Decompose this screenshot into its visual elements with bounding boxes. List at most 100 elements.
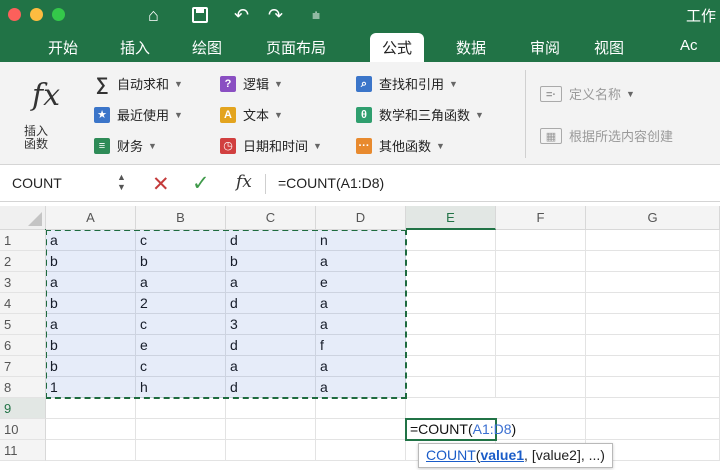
active-cell-e9[interactable]: =COUNT(A1:D8) xyxy=(405,418,516,441)
cell-a1[interactable]: a xyxy=(46,230,136,251)
formula-input[interactable]: =COUNT(A1:D8) xyxy=(278,175,384,191)
function-tooltip[interactable]: COUNT(value1, [value2], ...) xyxy=(418,443,613,468)
tab-formulas[interactable]: 公式 xyxy=(370,33,425,62)
cell-a7[interactable]: b xyxy=(46,356,136,377)
cell-d10[interactable] xyxy=(316,419,406,440)
column-header-e[interactable]: E xyxy=(406,206,496,230)
column-header-g[interactable]: G xyxy=(586,206,720,230)
cell-f5[interactable] xyxy=(496,314,586,335)
more-functions-menu[interactable]: ··· 其他函数 ▼ xyxy=(356,136,445,155)
column-header-f[interactable]: F xyxy=(496,206,586,230)
create-from-selection-button[interactable]: ▦ 根据所选内容创建 xyxy=(540,126,673,145)
cell-d8[interactable]: a xyxy=(316,377,406,398)
cell-a9[interactable] xyxy=(46,398,136,419)
column-header-c[interactable]: C xyxy=(226,206,316,230)
cell-e6[interactable] xyxy=(406,335,496,356)
cell-g9[interactable] xyxy=(586,398,720,419)
define-name-menu[interactable]: =· 定义名称 ▼ xyxy=(540,84,635,103)
cell-d5[interactable]: a xyxy=(316,314,406,335)
redo-icon[interactable]: ↷ xyxy=(268,3,283,27)
cell-d11[interactable] xyxy=(316,440,406,461)
cell-c8[interactable]: d xyxy=(226,377,316,398)
cell-b3[interactable]: a xyxy=(136,272,226,293)
column-header-b[interactable]: B xyxy=(136,206,226,230)
cell-f3[interactable] xyxy=(496,272,586,293)
cell-b10[interactable] xyxy=(136,419,226,440)
cell-d4[interactable]: a xyxy=(316,293,406,314)
financial-menu[interactable]: ≡ 财务 ▼ xyxy=(94,136,157,155)
row-header-8[interactable]: 8 xyxy=(0,377,46,398)
cell-c10[interactable] xyxy=(226,419,316,440)
cell-c11[interactable] xyxy=(226,440,316,461)
cell-d1[interactable]: n xyxy=(316,230,406,251)
cell-g1[interactable] xyxy=(586,230,720,251)
customize-toolbar-icon[interactable]: ⩧ xyxy=(312,3,320,27)
row-header-10[interactable]: 10 xyxy=(0,419,46,440)
cell-f8[interactable] xyxy=(496,377,586,398)
tab-draw[interactable]: 绘图 xyxy=(192,37,222,58)
cell-a11[interactable] xyxy=(46,440,136,461)
row-header-7[interactable]: 7 xyxy=(0,356,46,377)
cell-e2[interactable] xyxy=(406,251,496,272)
cell-c4[interactable]: d xyxy=(226,293,316,314)
column-header-a[interactable]: A xyxy=(46,206,136,230)
cell-e8[interactable] xyxy=(406,377,496,398)
cell-b1[interactable]: c xyxy=(136,230,226,251)
date-time-menu[interactable]: ◷ 日期和时间 ▼ xyxy=(220,136,322,155)
cell-c3[interactable]: a xyxy=(226,272,316,293)
tab-acrobat[interactable]: Ac xyxy=(680,37,698,54)
cell-b5[interactable]: c xyxy=(136,314,226,335)
cell-b7[interactable]: c xyxy=(136,356,226,377)
cell-d6[interactable]: f xyxy=(316,335,406,356)
row-header-4[interactable]: 4 xyxy=(0,293,46,314)
cell-a8[interactable]: 1 xyxy=(46,377,136,398)
cell-f1[interactable] xyxy=(496,230,586,251)
cell-b4[interactable]: 2 xyxy=(136,293,226,314)
logical-menu[interactable]: ? 逻辑 ▼ xyxy=(220,74,283,93)
cell-b8[interactable]: h xyxy=(136,377,226,398)
cell-b9[interactable] xyxy=(136,398,226,419)
cell-c2[interactable]: b xyxy=(226,251,316,272)
row-header-9[interactable]: 9 xyxy=(0,398,46,419)
cell-g2[interactable] xyxy=(586,251,720,272)
cell-g4[interactable] xyxy=(586,293,720,314)
cell-a3[interactable]: a xyxy=(46,272,136,293)
tab-insert[interactable]: 插入 xyxy=(120,37,150,58)
cell-f6[interactable] xyxy=(496,335,586,356)
select-all-button[interactable] xyxy=(0,206,46,230)
cell-e5[interactable] xyxy=(406,314,496,335)
cell-g6[interactable] xyxy=(586,335,720,356)
row-header-6[interactable]: 6 xyxy=(0,335,46,356)
recently-used-menu[interactable]: ★ 最近使用 ▼ xyxy=(94,105,183,124)
autosum-menu[interactable]: ∑ 自动求和 ▼ xyxy=(94,74,183,93)
text-menu[interactable]: A 文本 ▼ xyxy=(220,105,283,124)
close-window-button[interactable] xyxy=(8,8,21,21)
name-box[interactable]: COUNT xyxy=(12,175,62,191)
cell-f4[interactable] xyxy=(496,293,586,314)
cell-e4[interactable] xyxy=(406,293,496,314)
row-header-3[interactable]: 3 xyxy=(0,272,46,293)
cell-a10[interactable] xyxy=(46,419,136,440)
row-header-11[interactable]: 11 xyxy=(0,440,46,461)
minimize-window-button[interactable] xyxy=(30,8,43,21)
lookup-reference-menu[interactable]: ⌕ 查找和引用 ▼ xyxy=(356,74,458,93)
name-box-stepper[interactable]: ▲ ▼ xyxy=(117,172,126,192)
spreadsheet-grid[interactable]: acdnbbbaaaaeb2daac3abedfbcaa1hda =COUNT(… xyxy=(0,206,720,470)
cell-b11[interactable] xyxy=(136,440,226,461)
cell-g7[interactable] xyxy=(586,356,720,377)
cell-d2[interactable]: a xyxy=(316,251,406,272)
cell-d3[interactable]: e xyxy=(316,272,406,293)
cell-f2[interactable] xyxy=(496,251,586,272)
cell-a4[interactable]: b xyxy=(46,293,136,314)
insert-function-icon[interactable]: fx xyxy=(236,172,252,192)
cell-a5[interactable]: a xyxy=(46,314,136,335)
save-icon[interactable] xyxy=(192,3,208,29)
cell-g5[interactable] xyxy=(586,314,720,335)
tooltip-arg-value1[interactable]: value1 xyxy=(480,447,524,463)
enter-icon[interactable]: ✓ xyxy=(192,171,210,196)
cell-c7[interactable]: a xyxy=(226,356,316,377)
row-header-2[interactable]: 2 xyxy=(0,251,46,272)
math-trig-menu[interactable]: θ 数学和三角函数 ▼ xyxy=(356,105,484,124)
tab-page-layout[interactable]: 页面布局 xyxy=(266,37,326,58)
tab-home[interactable]: 开始 xyxy=(48,37,78,58)
